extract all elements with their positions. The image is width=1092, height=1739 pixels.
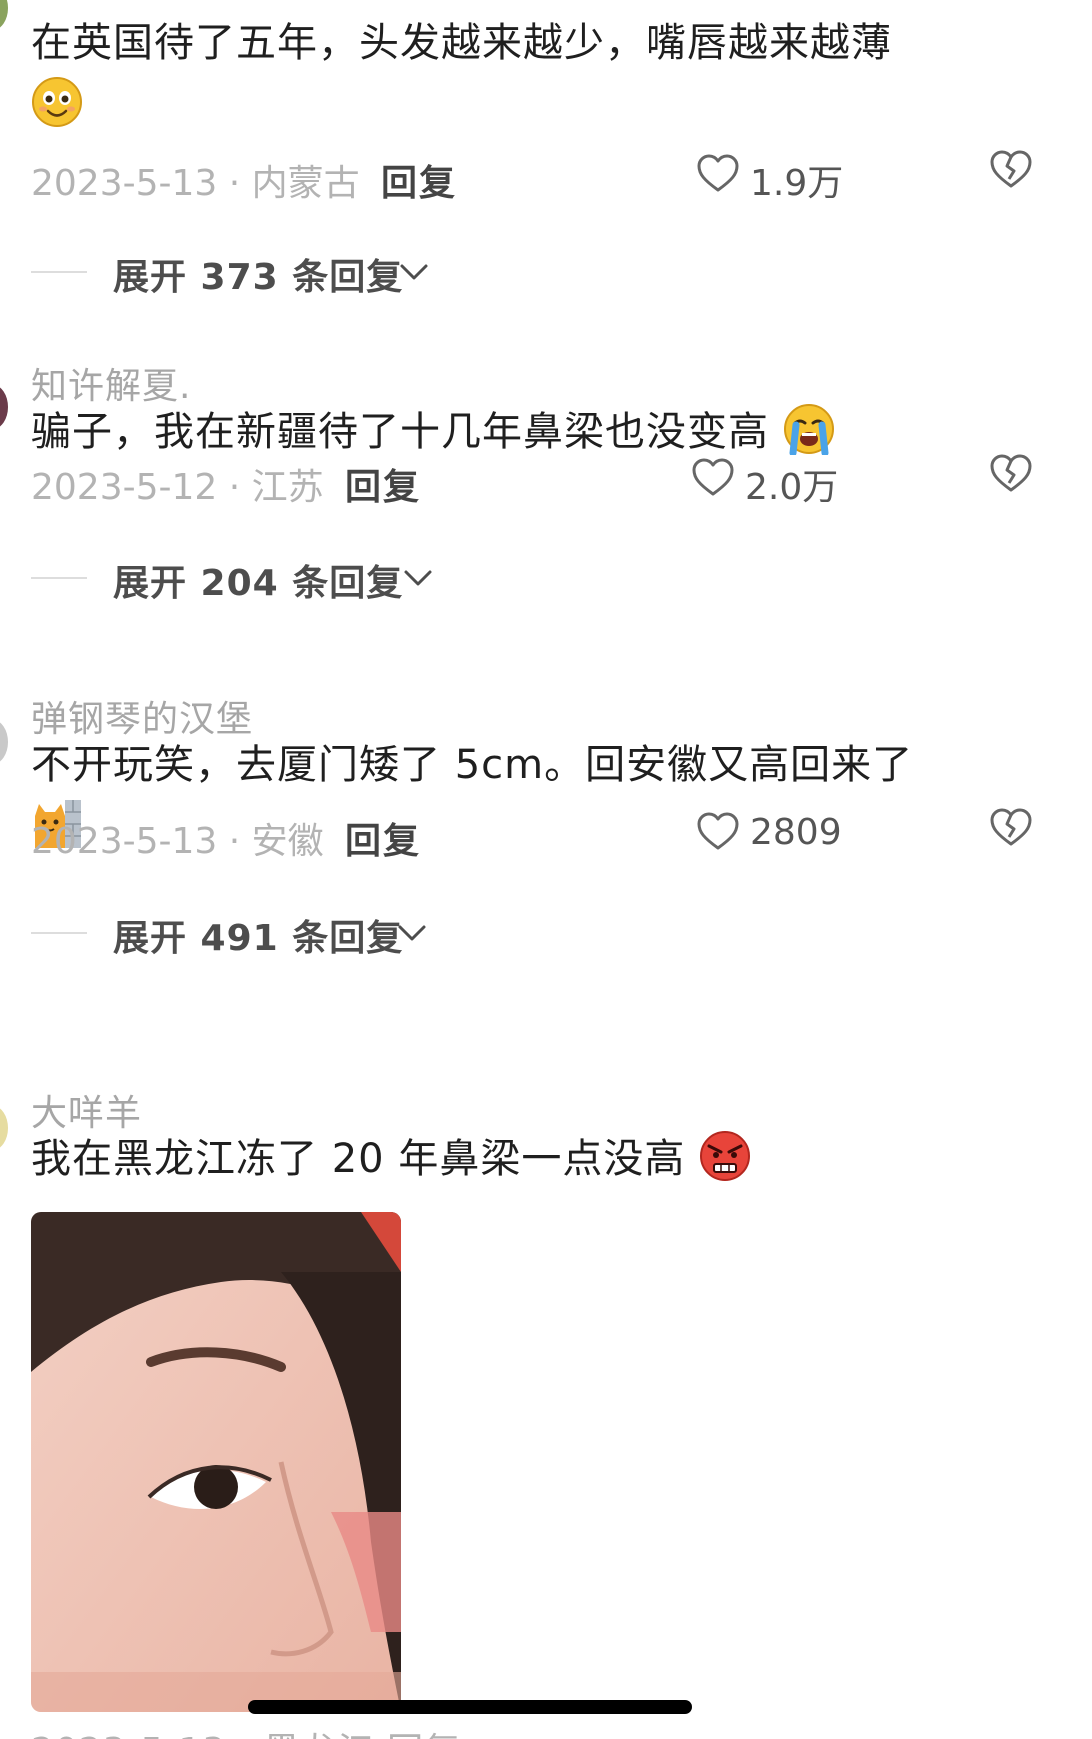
comment-text: 在英国待了五年，头发越来越少，嘴唇越来越薄 — [31, 12, 1041, 136]
like-button[interactable]: 2809 — [696, 804, 866, 860]
comment-meta: 2023-5-13 · 安徽 回复 2809 — [31, 804, 1092, 862]
expand-replies-label: 展开 373 条回复 — [113, 257, 404, 298]
like-count: 1.9万 — [750, 163, 844, 204]
angry-face-icon — [700, 1131, 751, 1181]
divider — [31, 577, 87, 579]
comment-meta: 2023-5-12 · 江苏 回复 2.0万 — [31, 450, 1092, 508]
expand-replies-label: 展开 491 条回复 — [113, 918, 404, 959]
divider — [31, 271, 87, 273]
comment-date-location: 2023-5-13 · 黑龙江 回复 — [31, 1722, 461, 1739]
photo-image — [31, 1212, 401, 1712]
chevron-down-icon — [398, 925, 426, 941]
avatar[interactable] — [0, 1106, 8, 1150]
comment-date-location: 2023-5-12 · 江苏 — [31, 467, 324, 508]
chevron-down-icon — [400, 264, 428, 280]
reply-button[interactable]: 回复 — [345, 458, 421, 510]
heart-icon — [692, 458, 734, 496]
home-indicator[interactable] — [248, 1700, 692, 1714]
comment-date-location: 2023-5-13 · 内蒙古 — [31, 163, 360, 204]
like-button[interactable]: 2.0万 — [691, 450, 861, 508]
avatar[interactable] — [0, 385, 8, 429]
like-count: 2809 — [750, 812, 842, 853]
divider — [31, 932, 87, 934]
comment-text: 我在黑龙江冻了 20 年鼻梁一点没高 — [31, 1128, 1041, 1190]
avatar[interactable] — [0, 720, 8, 764]
face-profile-photo[interactable] — [31, 1212, 401, 1712]
comment-meta: 2023-5-13 · 内蒙古 回复 1.9万 — [31, 146, 1092, 204]
heart-icon — [697, 812, 739, 850]
comment-date-location: 2023-5-13 · 安徽 — [31, 821, 324, 862]
avatar[interactable] — [0, 0, 8, 30]
chevron-down-icon — [404, 570, 432, 586]
like-button[interactable]: 1.9万 — [696, 146, 866, 204]
crying-face-icon — [783, 404, 834, 455]
broken-heart-icon[interactable] — [989, 452, 1033, 496]
smiley-face-icon — [32, 77, 82, 127]
comment-feed: 在英国待了五年，头发越来越少，嘴唇越来越薄 2023-5-13 · 内蒙古 回复 — [0, 0, 1092, 1739]
reply-button[interactable]: 回复 — [345, 812, 421, 864]
broken-heart-icon[interactable] — [989, 806, 1033, 850]
heart-icon — [697, 154, 739, 192]
expand-replies-label: 展开 204 条回复 — [113, 563, 404, 604]
broken-heart-icon[interactable] — [989, 148, 1033, 192]
like-count: 2.0万 — [745, 467, 839, 508]
reply-button[interactable]: 回复 — [381, 154, 457, 206]
